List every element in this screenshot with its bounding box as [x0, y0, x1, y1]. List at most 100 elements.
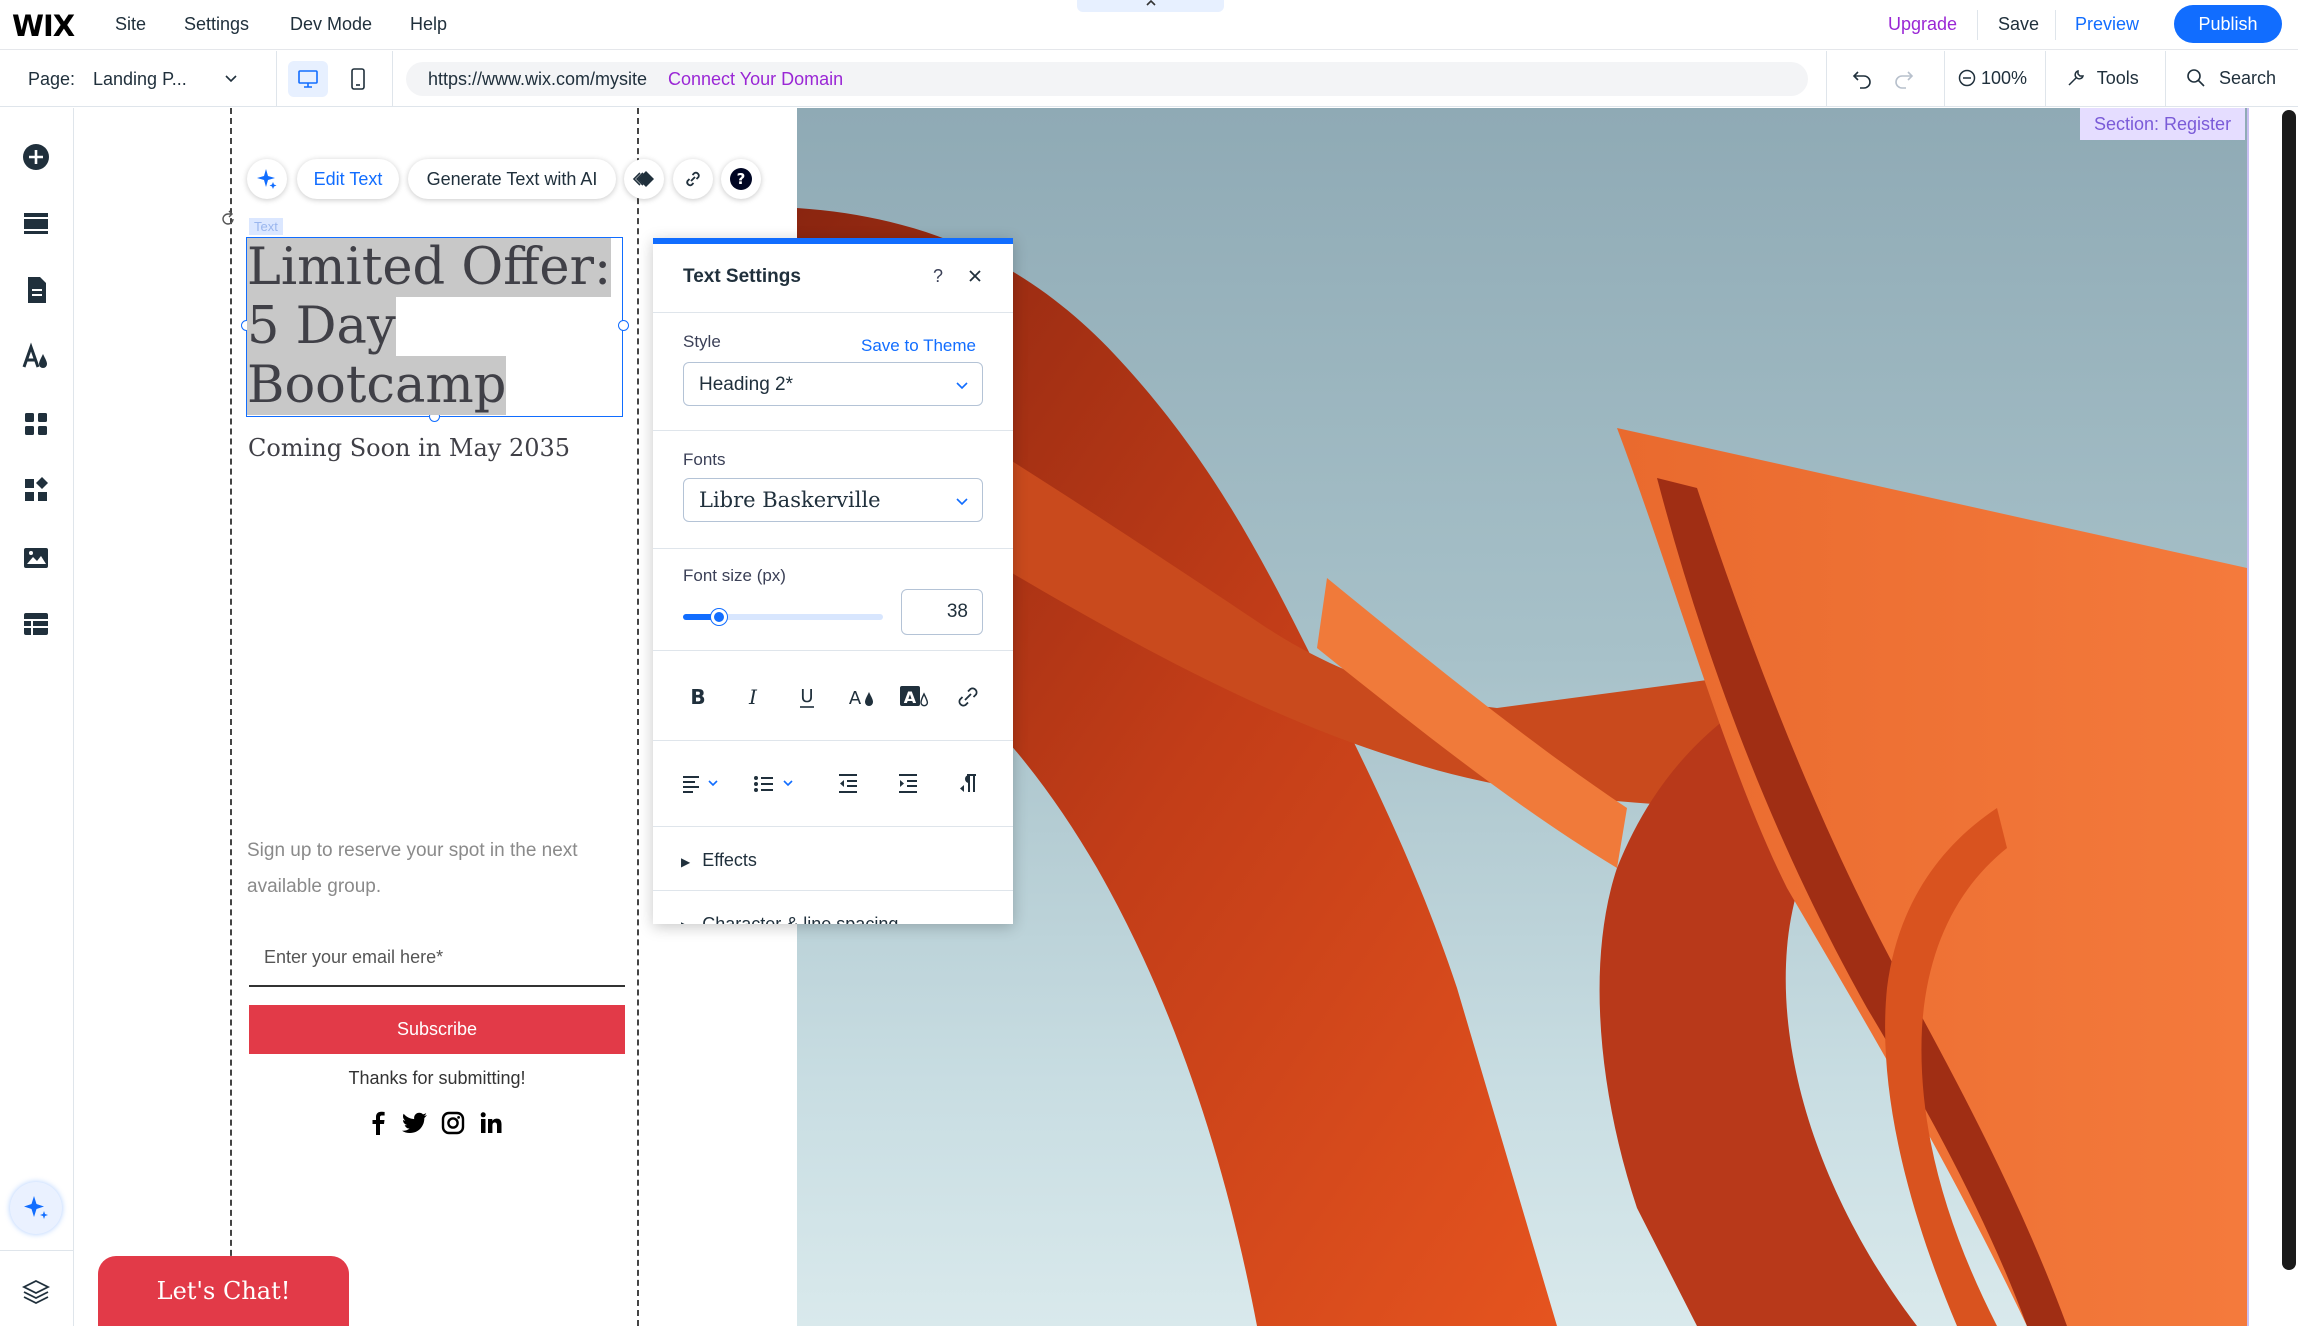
divider: [653, 650, 1013, 651]
orange-sculpture-image: [797, 208, 2247, 1326]
text-direction-icon[interactable]: [957, 772, 981, 796]
menu-help[interactable]: Help: [410, 14, 447, 35]
menu-dev-mode[interactable]: Dev Mode: [290, 14, 372, 35]
layers-icon[interactable]: [20, 1276, 52, 1308]
font-size-slider-handle[interactable]: [711, 609, 727, 625]
align-left-icon[interactable]: [681, 772, 729, 796]
chevron-down-icon[interactable]: [222, 69, 240, 87]
site-url-bar[interactable]: https://www.wix.com/mysite Connect Your …: [406, 62, 1808, 96]
cms-icon[interactable]: [20, 608, 52, 640]
divider: [1944, 51, 1945, 107]
caret-right-icon: ▶: [681, 855, 691, 869]
divider: [653, 890, 1013, 891]
divider: [653, 430, 1013, 431]
ai-assistant-button[interactable]: [10, 1182, 62, 1234]
help-button[interactable]: ?: [721, 159, 761, 199]
heading-line: Bootcamp: [247, 356, 507, 415]
increase-indent-icon[interactable]: [897, 772, 921, 796]
style-dropdown[interactable]: Heading 2*: [683, 362, 983, 406]
editor-toolbar: Page: Landing P... https://www.wix.com/m…: [0, 51, 2298, 107]
redo-icon[interactable]: [1892, 67, 1916, 89]
business-tools-icon[interactable]: [20, 474, 52, 506]
close-icon[interactable]: [967, 268, 983, 284]
search-label: Search: [2219, 68, 2277, 88]
add-elements-icon[interactable]: [20, 141, 52, 173]
text-element-tag: Text: [249, 218, 283, 235]
desktop-view-button[interactable]: [288, 61, 328, 97]
facebook-icon[interactable]: [367, 1111, 389, 1135]
save-to-theme-link[interactable]: Save to Theme: [861, 336, 976, 356]
subscribe-button[interactable]: Subscribe: [249, 1005, 625, 1054]
add-section-icon[interactable]: [20, 207, 52, 239]
rotate-handle-icon[interactable]: [219, 210, 237, 228]
search-button[interactable]: Search: [2186, 68, 2276, 89]
undo-icon[interactable]: [1850, 67, 1874, 89]
sparkle-icon: [24, 1196, 48, 1219]
underline-icon[interactable]: U: [790, 680, 824, 714]
pages-icon[interactable]: [20, 274, 52, 306]
font-value: Libre Baskerville: [699, 488, 881, 512]
chat-button[interactable]: Let's Chat!: [98, 1256, 349, 1326]
link-icon[interactable]: [951, 680, 985, 714]
twitter-icon[interactable]: [402, 1111, 428, 1135]
generate-text-ai-button[interactable]: Generate Text with AI: [408, 159, 616, 199]
bullet-list-icon[interactable]: [753, 772, 803, 796]
bold-icon[interactable]: B: [681, 680, 715, 714]
sparkle-icon: [257, 169, 277, 189]
email-input[interactable]: Enter your email here*: [264, 947, 443, 968]
search-icon: [2187, 69, 2205, 87]
heading-text[interactable]: Limited Offer: 5 Day Bootcamp: [247, 238, 627, 415]
zoom-control[interactable]: 100%: [1958, 68, 2027, 89]
page-selector[interactable]: Landing P...: [93, 69, 187, 90]
menu-site[interactable]: Site: [115, 14, 146, 35]
desktop-icon: [298, 70, 318, 88]
decrease-indent-icon[interactable]: [837, 772, 861, 796]
preview-button[interactable]: Preview: [2075, 14, 2139, 35]
divider: [653, 312, 1013, 313]
effects-expander[interactable]: ▶ Effects: [681, 850, 757, 871]
tools-button[interactable]: Tools: [2066, 68, 2139, 89]
collapse-toolbar-tab[interactable]: [1077, 0, 1224, 12]
link-button[interactable]: [673, 159, 713, 199]
subheading-text[interactable]: Coming Soon in May 2035: [248, 434, 570, 462]
svg-text:A: A: [904, 688, 917, 707]
svg-text:B: B: [690, 685, 705, 709]
text-color-icon[interactable]: A: [843, 680, 877, 714]
character-spacing-expander[interactable]: ▶ Character & line spacing: [681, 914, 898, 924]
italic-icon[interactable]: I: [736, 680, 770, 714]
section-label[interactable]: Section: Register: [2080, 108, 2246, 140]
divider: [1977, 10, 1978, 40]
connect-domain-link[interactable]: Connect Your Domain: [668, 69, 843, 90]
instagram-icon[interactable]: [441, 1111, 465, 1135]
save-button[interactable]: Save: [1998, 14, 2039, 35]
grid-guide-right: [637, 108, 639, 1326]
animation-button[interactable]: [624, 159, 664, 199]
divider: [653, 740, 1013, 741]
highlight-icon[interactable]: A: [897, 680, 931, 714]
scrollbar-thumb[interactable]: [2282, 110, 2296, 1270]
panel-help-button[interactable]: ?: [933, 266, 943, 287]
fonts-dropdown[interactable]: Libre Baskerville: [683, 478, 983, 522]
divider: [653, 548, 1013, 549]
publish-button[interactable]: Publish: [2174, 5, 2282, 43]
linkedin-icon[interactable]: [479, 1111, 503, 1135]
media-icon[interactable]: [20, 542, 52, 574]
wix-logo[interactable]: WIX: [12, 9, 75, 43]
menu-settings[interactable]: Settings: [184, 14, 249, 35]
site-design-icon[interactable]: [20, 341, 52, 373]
upgrade-link[interactable]: Upgrade: [1888, 14, 1957, 35]
signup-text[interactable]: Sign up to reserve your spot in the next…: [247, 833, 627, 905]
apps-icon[interactable]: [20, 408, 52, 440]
svg-text:A: A: [849, 688, 862, 709]
ai-text-button[interactable]: [247, 159, 287, 199]
animation-icon: [632, 171, 654, 187]
edit-text-button[interactable]: Edit Text: [297, 159, 399, 199]
site-url: https://www.wix.com/mysite: [428, 69, 648, 89]
mobile-view-button[interactable]: [340, 61, 376, 97]
left-toolbar: [0, 108, 74, 1326]
thanks-message: Thanks for submitting!: [348, 1068, 526, 1088]
zoom-level: 100%: [1981, 68, 2028, 88]
svg-text:U: U: [800, 686, 813, 707]
chevron-down-icon: [956, 498, 968, 506]
font-size-input[interactable]: 38: [901, 589, 983, 635]
